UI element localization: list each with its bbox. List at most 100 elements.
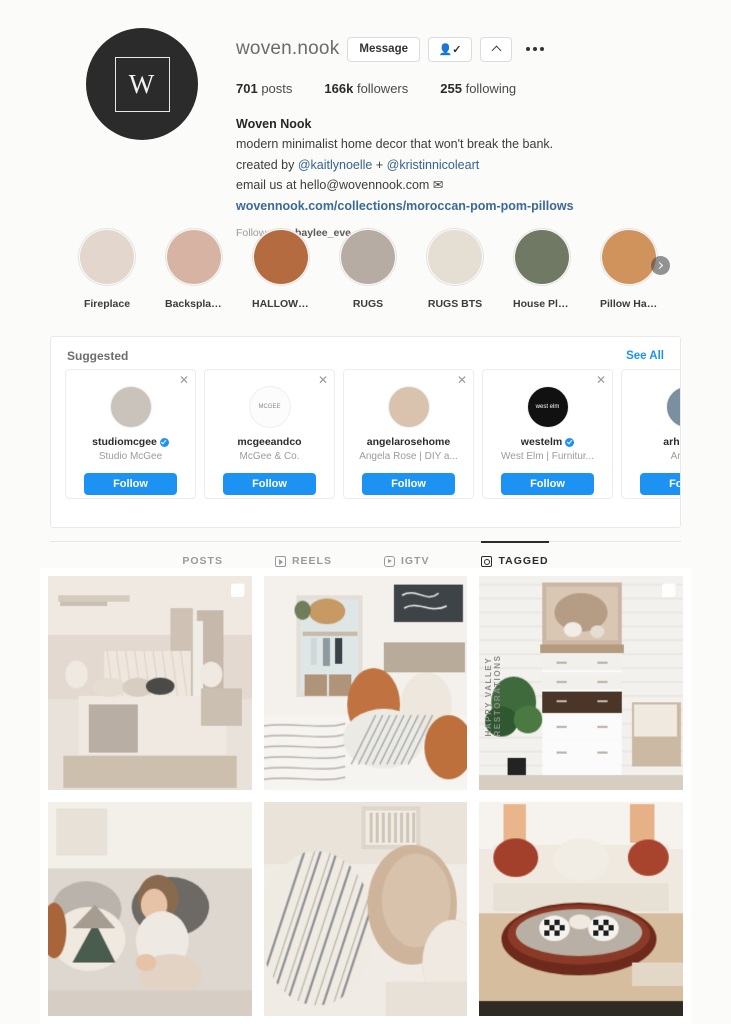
highlight-1[interactable]: Backsplash bbox=[165, 228, 223, 310]
highlight-cover bbox=[515, 230, 569, 284]
follow-button[interactable]: Follow bbox=[640, 473, 680, 495]
suggested-avatar[interactable]: west elm bbox=[526, 386, 569, 428]
follow-button[interactable]: Follow bbox=[501, 473, 594, 495]
reels-icon bbox=[274, 555, 286, 567]
bio-website-link[interactable]: wovennook.com/collections/moroccan-pom-p… bbox=[236, 196, 731, 216]
highlight-2[interactable]: HALLOWEE... bbox=[252, 228, 310, 310]
highlight-4[interactable]: RUGS BTS bbox=[426, 228, 484, 310]
tab-label: IGTV bbox=[400, 555, 430, 567]
highlight-6[interactable]: Pillow Hacks bbox=[600, 228, 670, 310]
close-icon[interactable]: ✕ bbox=[596, 374, 606, 386]
tab-label: POSTS bbox=[182, 555, 223, 567]
highlight-label: HALLOWEE... bbox=[252, 298, 310, 310]
grid-post-3[interactable] bbox=[48, 802, 252, 1016]
suggested-card-westelm: ✕ west elm westelm West Elm | Furnitur... Fo… bbox=[482, 369, 613, 499]
close-icon[interactable]: ✕ bbox=[457, 374, 467, 386]
highlight-0[interactable]: Fireplace bbox=[78, 228, 136, 310]
bio-display-name: Woven Nook bbox=[236, 117, 312, 131]
highlight-ring bbox=[426, 228, 484, 286]
suggested-username[interactable]: studiomcgee bbox=[92, 436, 169, 448]
highlight-ring bbox=[78, 228, 136, 286]
highlight-ring bbox=[600, 228, 658, 286]
grid-post-0[interactable] bbox=[48, 576, 252, 790]
highlight-ring bbox=[513, 228, 571, 286]
person-check-icon: 👤✓ bbox=[438, 43, 462, 56]
suggested-username[interactable]: arhaus bbox=[663, 436, 680, 448]
highlight-label: Pillow Hacks bbox=[600, 298, 658, 310]
stat-followers[interactable]: 166k followers bbox=[324, 81, 408, 96]
suggestions-toggle-button[interactable] bbox=[480, 36, 512, 62]
post-thumbnail bbox=[48, 802, 252, 1016]
username-text: angelarosehome bbox=[366, 436, 451, 448]
tab-label: TAGGED bbox=[498, 555, 549, 567]
profile-header: W woven.nook Message 👤✓ 701 posts 166k f… bbox=[0, 28, 731, 239]
suggested-fullname: Arhaus bbox=[670, 451, 681, 462]
close-icon[interactable]: ✕ bbox=[318, 374, 328, 386]
suggested-username[interactable]: mcgeeandco bbox=[237, 436, 301, 448]
suggested-card-studiomcgee: ✕ studiomcgee Studio McGee Follow bbox=[65, 369, 196, 499]
following-label: following bbox=[465, 81, 517, 96]
posts-count: 701 bbox=[236, 81, 258, 96]
story-highlights: Fireplace Backsplash HALLOWEE... RUGS RUGS B… bbox=[0, 228, 731, 310]
username-text: westelm bbox=[520, 436, 563, 448]
more-options-icon bbox=[526, 47, 530, 51]
suggested-avatar[interactable] bbox=[109, 386, 152, 428]
suggested-username[interactable]: angelarosehome bbox=[367, 436, 450, 448]
suggested-card-mcgeeandco: ✕ MCGEE mcgeeandco McGee & Co. Follow bbox=[204, 369, 335, 499]
bio-created-by-prefix: created by bbox=[236, 157, 298, 172]
bio-mention-1[interactable]: @kaitlynoelle bbox=[298, 158, 373, 172]
grid-post-2[interactable]: HAPPY VALLEY RESTORATIONS bbox=[479, 576, 683, 790]
follow-button[interactable]: Follow bbox=[223, 473, 316, 495]
suggested-avatar[interactable]: MCGEE bbox=[248, 386, 291, 428]
follow-button[interactable]: Follow bbox=[362, 473, 455, 495]
avatar-logo-mark: W bbox=[114, 56, 170, 112]
highlight-cover bbox=[80, 230, 134, 284]
see-all-link[interactable]: See All bbox=[626, 350, 664, 362]
grid-post-4[interactable] bbox=[263, 802, 468, 1016]
highlight-label: RUGS bbox=[352, 298, 384, 310]
highlights-next-button[interactable] bbox=[651, 256, 670, 275]
highlight-cover bbox=[428, 230, 482, 284]
suggested-fullname: West Elm | Furnitur... bbox=[501, 451, 594, 462]
verified-badge-icon bbox=[159, 437, 169, 447]
username-text: mcgeeandco bbox=[237, 436, 302, 448]
followers-label: followers bbox=[356, 81, 409, 96]
bio-mention-2[interactable]: @kristinnicoleart bbox=[387, 158, 480, 172]
highlight-ring bbox=[165, 228, 223, 286]
stat-following[interactable]: 255 following bbox=[440, 81, 516, 96]
post-thumbnail bbox=[479, 802, 683, 1016]
highlight-cover bbox=[167, 230, 221, 284]
stat-posts: 701 posts bbox=[236, 81, 292, 96]
photo-grid: HAPPY VALLEY RESTORATIONS bbox=[40, 568, 691, 1024]
tab-label: REELS bbox=[291, 555, 332, 567]
suggested-avatar[interactable] bbox=[665, 386, 680, 428]
post-thumbnail bbox=[479, 576, 683, 790]
avatar[interactable]: W bbox=[86, 28, 198, 140]
post-overlay-text: HAPPY VALLEY RESTORATIONS bbox=[484, 654, 503, 737]
multi-post-icon bbox=[230, 584, 244, 597]
grid-post-5[interactable] bbox=[479, 802, 683, 1016]
follow-button[interactable]: Follow bbox=[84, 473, 177, 495]
suggested-fullname: McGee & Co. bbox=[239, 451, 300, 462]
following-count: 255 bbox=[440, 81, 462, 96]
verified-badge-icon bbox=[565, 437, 575, 447]
profile-avatar-wrap: W bbox=[86, 28, 236, 239]
tagged-icon bbox=[481, 555, 493, 567]
post-thumbnail bbox=[263, 802, 468, 1016]
username-text: studiomcgee bbox=[92, 436, 157, 448]
close-icon[interactable]: ✕ bbox=[179, 374, 189, 386]
grid-post-1[interactable] bbox=[263, 576, 468, 790]
highlight-5[interactable]: House Plants bbox=[513, 228, 571, 310]
more-options-button[interactable] bbox=[520, 47, 550, 51]
following-button[interactable]: 👤✓ bbox=[428, 36, 472, 62]
suggested-username[interactable]: westelm bbox=[520, 436, 575, 448]
post-thumbnail bbox=[48, 576, 252, 790]
highlight-cover bbox=[602, 230, 656, 284]
suggested-avatar[interactable] bbox=[387, 386, 430, 428]
avatar-text: west elm bbox=[535, 404, 560, 410]
followers-count: 166k bbox=[324, 81, 354, 96]
highlight-3[interactable]: RUGS bbox=[339, 228, 397, 310]
instagram-profile-page: W woven.nook Message 👤✓ 701 posts 166k f… bbox=[0, 0, 731, 1024]
suggested-accounts-list: ✕ studiomcgee Studio McGee Follow ✕ MCGEE mcge… bbox=[51, 369, 680, 499]
message-button[interactable]: Message bbox=[347, 36, 420, 62]
